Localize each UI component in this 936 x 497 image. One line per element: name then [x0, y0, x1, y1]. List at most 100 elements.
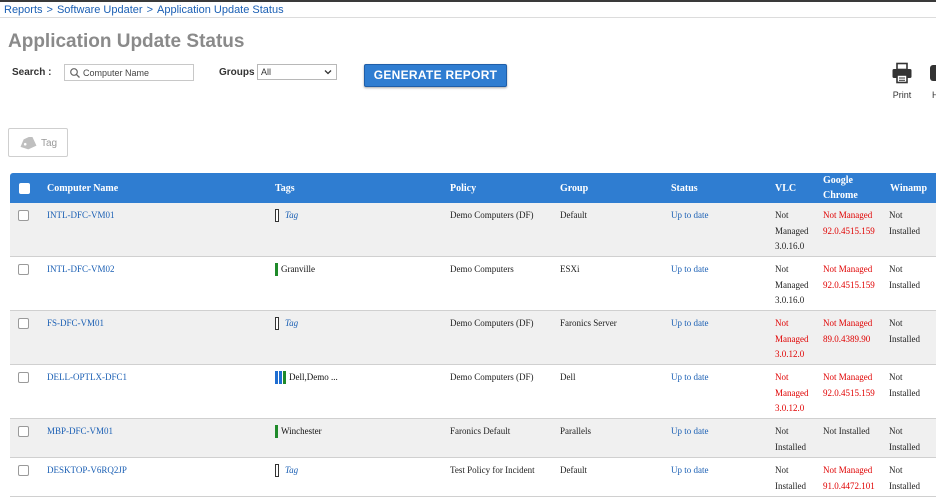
- tags-cell[interactable]: Tag: [275, 208, 298, 224]
- chrome-cell: Not Managed 89.0.4389.90: [823, 316, 872, 347]
- table-row[interactable]: INTL-DFC-VM02 Granville Demo Computers ESXi…: [10, 257, 936, 311]
- vlc-line: Not: [775, 426, 789, 436]
- tags-cell[interactable]: Winchester: [275, 424, 322, 440]
- computer-name-link[interactable]: DELL-OPTLX-DFC1: [47, 370, 127, 386]
- select-all-checkbox[interactable]: [19, 182, 30, 194]
- table-row[interactable]: FS-DFC-VM01 Tag Demo Computers (DF) Faronic…: [10, 311, 936, 365]
- col-group[interactable]: Group: [560, 173, 588, 203]
- application-status-table: Computer Name Tags Policy Group Status V…: [10, 173, 936, 497]
- breadcrumb-separator: >: [46, 4, 53, 16]
- select-all-cell: [19, 173, 30, 203]
- page-title: Application Update Status: [8, 31, 245, 52]
- col-policy[interactable]: Policy: [450, 173, 476, 203]
- winamp-cell: Not Installed: [889, 463, 920, 494]
- groups-select[interactable]: All: [257, 64, 337, 80]
- breadcrumb-separator: >: [146, 4, 154, 16]
- status-link[interactable]: Up to date: [671, 316, 709, 332]
- table-row[interactable]: MBP-DFC-VM01 Winchester Faronics Default Pa…: [10, 419, 936, 458]
- winamp-line: Installed: [889, 333, 920, 344]
- vlc-line: Managed: [775, 225, 809, 236]
- tags-cell[interactable]: Tag: [275, 463, 298, 479]
- chrome-line: 89.0.4389.90: [823, 333, 871, 344]
- row-checkbox[interactable]: [18, 372, 29, 383]
- winamp-line: Installed: [889, 441, 920, 452]
- tags-cell[interactable]: Dell,Demo ...: [275, 370, 338, 386]
- col-vlc[interactable]: VLC: [775, 173, 796, 203]
- breadcrumb-software-updater[interactable]: Software Updater: [57, 4, 143, 16]
- breadcrumb-reports[interactable]: Reports: [4, 4, 43, 16]
- search-input[interactable]: [83, 66, 191, 79]
- col-tags[interactable]: Tags: [275, 173, 295, 203]
- table-row[interactable]: DESKTOP-V6RQ2JP Tag Test Policy for Incide…: [10, 458, 936, 497]
- status-link[interactable]: Up to date: [671, 370, 709, 386]
- computer-name-link[interactable]: INTL-DFC-VM01: [47, 208, 115, 224]
- table-row[interactable]: DELL-OPTLX-DFC1 Dell,Demo ... Demo Compute…: [10, 365, 936, 419]
- groups-selected-value: All: [261, 67, 272, 77]
- row-checkbox[interactable]: [18, 318, 29, 329]
- status-link[interactable]: Up to date: [671, 208, 709, 224]
- computer-name-link[interactable]: INTL-DFC-VM02: [47, 262, 115, 278]
- tags-text: Tag: [285, 210, 299, 220]
- tag-button-label: Tag: [41, 138, 58, 149]
- computer-name-link[interactable]: MBP-DFC-VM01: [47, 424, 113, 440]
- row-checkbox[interactable]: [18, 210, 29, 221]
- tag-color-bar: [275, 371, 278, 384]
- vlc-line: Managed: [775, 387, 809, 398]
- vlc-line: 3.0.12.0: [775, 349, 805, 359]
- chrome-line: 92.0.4515.159: [823, 279, 875, 290]
- col-status[interactable]: Status: [671, 173, 698, 203]
- breadcrumb-divider: [0, 17, 936, 18]
- policy-cell: Faronics Default: [450, 426, 511, 436]
- table-row[interactable]: INTL-DFC-VM01 Tag Demo Computers (DF) Defau…: [10, 203, 936, 257]
- row-checkbox[interactable]: [18, 465, 29, 476]
- print-button[interactable]: Print: [886, 62, 918, 100]
- tags-cell[interactable]: Tag: [275, 316, 298, 332]
- tags-text: Winchester: [281, 426, 322, 436]
- row-checkbox[interactable]: [18, 264, 29, 275]
- vlc-line: Not: [775, 372, 789, 382]
- search-box[interactable]: [64, 64, 194, 81]
- winamp-line: Not: [889, 210, 903, 220]
- winamp-cell: Not Installed: [889, 370, 920, 401]
- search-label: Search :: [12, 67, 52, 78]
- winamp-line: Not: [889, 264, 903, 274]
- winamp-line: Not: [889, 465, 903, 475]
- chrome-line: Not Managed: [823, 372, 873, 382]
- help-button[interactable]: H: [926, 62, 936, 100]
- tags-cell[interactable]: Granville: [275, 262, 315, 278]
- tag-button[interactable]: Tag: [8, 128, 68, 157]
- row-checkbox[interactable]: [18, 426, 29, 437]
- vlc-line: Managed: [775, 279, 809, 290]
- computer-name-link[interactable]: DESKTOP-V6RQ2JP: [47, 463, 127, 479]
- tags-text: Granville: [281, 264, 315, 274]
- vlc-line: Not: [775, 318, 789, 328]
- vlc-line: 3.0.16.0: [775, 241, 805, 251]
- chrome-line: 91.0.4472.101: [823, 480, 875, 491]
- chrome-line: Not Managed: [823, 465, 873, 475]
- winamp-line: Installed: [889, 225, 920, 236]
- vlc-cell: Not Installed: [775, 424, 806, 455]
- policy-cell: Demo Computers (DF): [450, 210, 534, 220]
- status-link[interactable]: Up to date: [671, 424, 709, 440]
- group-cell: Default: [560, 465, 587, 475]
- tag-icon: [20, 137, 37, 150]
- vlc-line: 3.0.16.0: [775, 295, 805, 305]
- generate-report-button[interactable]: GENERATE REPORT: [364, 64, 507, 87]
- status-link[interactable]: Up to date: [671, 463, 709, 479]
- vlc-line: Not: [775, 264, 789, 274]
- chrome-cell: Not Managed 92.0.4515.159: [823, 262, 875, 293]
- col-winamp[interactable]: Winamp: [890, 173, 927, 203]
- breadcrumb-current[interactable]: Application Update Status: [157, 4, 284, 16]
- status-link[interactable]: Up to date: [671, 262, 709, 278]
- breadcrumb: Reports > Software Updater > Application Upd…: [4, 4, 284, 16]
- tag-color-bar: [275, 263, 278, 276]
- tag-color-bar: [279, 371, 282, 384]
- help-icon: [930, 65, 936, 81]
- computer-name-link[interactable]: FS-DFC-VM01: [47, 316, 104, 332]
- chevron-down-icon: [324, 70, 332, 75]
- chrome-cell: Not Managed 91.0.4472.101: [823, 463, 875, 494]
- col-computer-name[interactable]: Computer Name: [47, 173, 118, 203]
- policy-cell: Demo Computers: [450, 264, 514, 274]
- chrome-cell: Not Installed: [823, 424, 870, 440]
- col-google-chrome[interactable]: Google Chrome: [823, 173, 868, 203]
